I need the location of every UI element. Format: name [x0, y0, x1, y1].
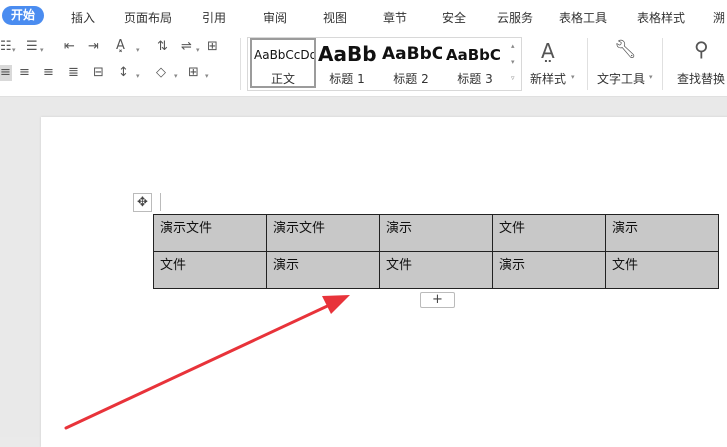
arrow-shaft [64, 300, 338, 430]
red-arrow-annotation [64, 295, 350, 430]
arrow-head [322, 295, 350, 314]
